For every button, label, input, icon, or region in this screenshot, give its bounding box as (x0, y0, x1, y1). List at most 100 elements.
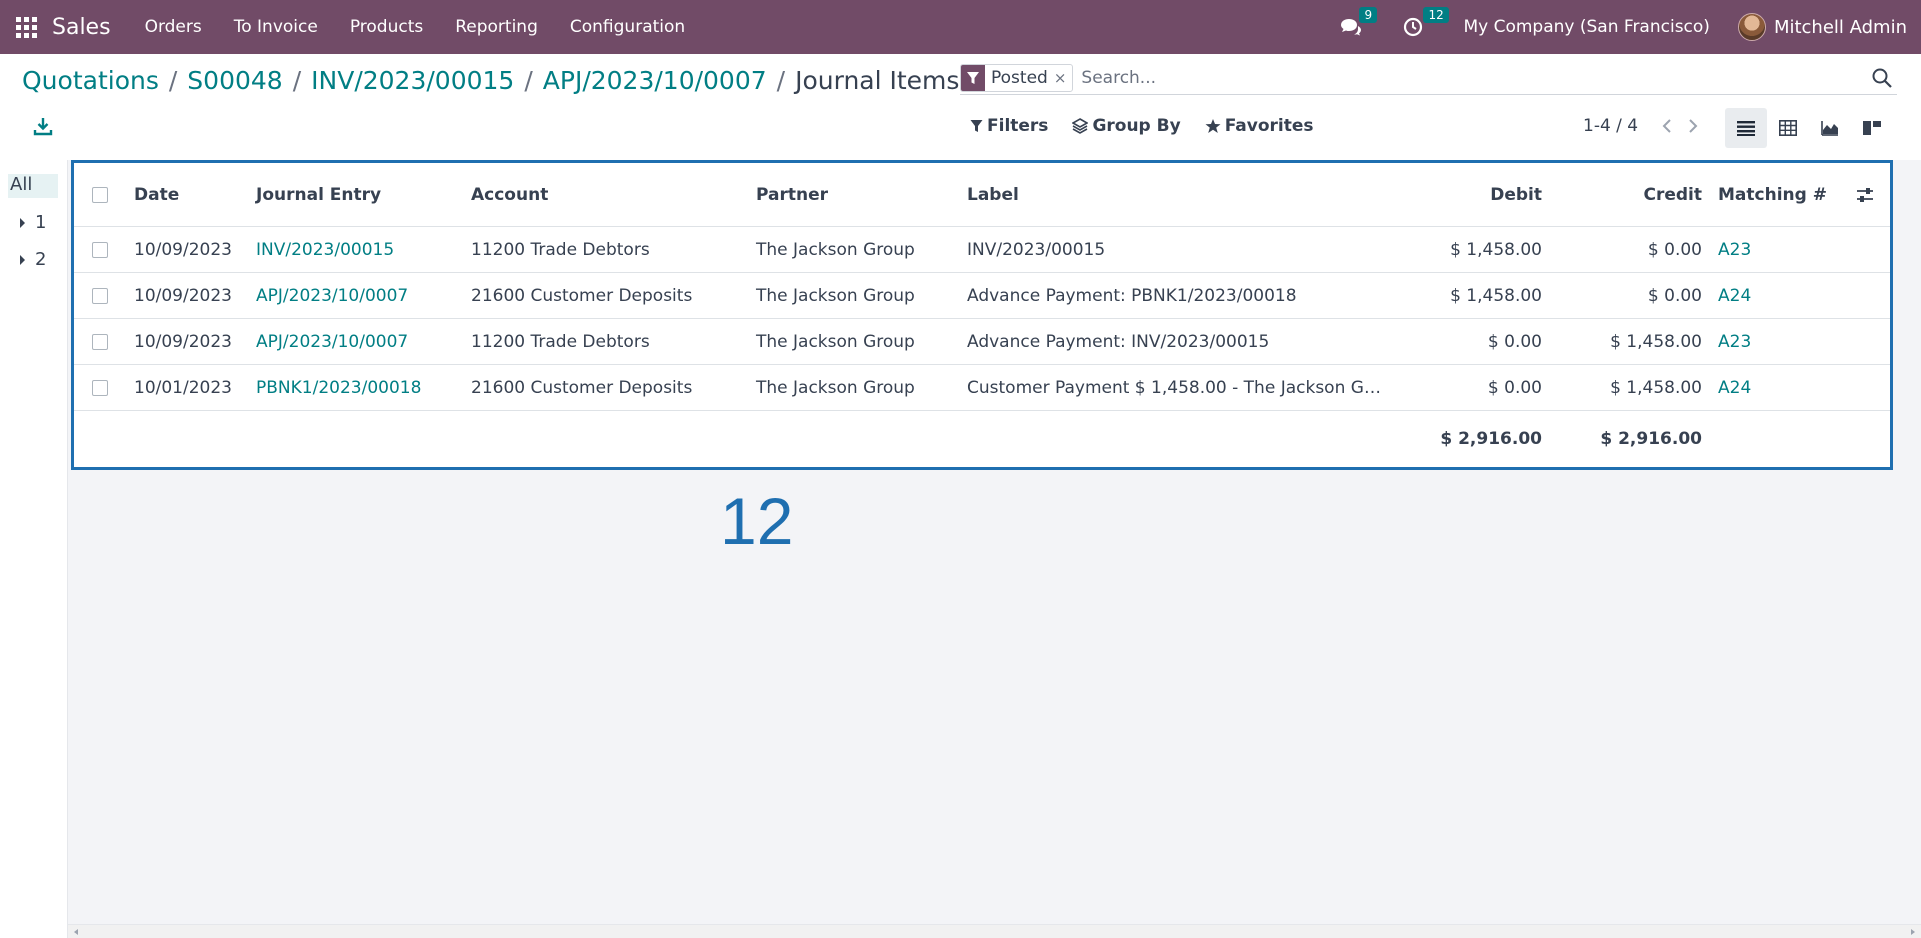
activities-count-badge: 12 (1423, 7, 1449, 23)
column-header-date[interactable]: Date (126, 185, 248, 205)
breadcrumb-separator: / (292, 66, 302, 95)
remove-facet-icon[interactable]: × (1054, 69, 1073, 87)
breadcrumb-separator: / (524, 66, 533, 95)
cell-matching-link[interactable]: A23 (1710, 240, 1840, 260)
pivot-view-button[interactable] (1767, 108, 1809, 148)
filter-icon (970, 120, 983, 132)
cell-account: 11200 Trade Debtors (471, 239, 650, 260)
breadcrumb-journal-entry[interactable]: APJ/2023/10/0007 (543, 66, 767, 95)
pager: 1-4 / 4 (1583, 116, 1706, 136)
row-select-cell (74, 379, 126, 396)
column-header-account[interactable]: Account (463, 185, 748, 205)
table-header: Date Journal Entry Account Partner Label… (74, 163, 1890, 227)
breadcrumb-invoice[interactable]: INV/2023/00015 (311, 66, 514, 95)
group-by-label: Group By (1092, 116, 1181, 136)
column-header-matching[interactable]: Matching # (1710, 185, 1840, 205)
breadcrumb-quotations[interactable]: Quotations (22, 66, 159, 95)
column-header-debit[interactable]: Debit (1390, 185, 1550, 205)
row-checkbox[interactable] (92, 241, 108, 258)
scroll-left-icon[interactable] (74, 929, 78, 935)
download-icon[interactable] (32, 116, 54, 138)
group-all[interactable]: All (8, 174, 58, 198)
graph-view-button[interactable] (1809, 108, 1851, 148)
total-debit: $ 2,916.00 (1440, 429, 1542, 449)
table-row[interactable]: 10/09/2023 APJ/2023/10/0007 11200 Trade … (74, 319, 1890, 365)
cell-debit: $ 1,458.00 (1450, 239, 1542, 260)
cell-journal-entry-link[interactable]: INV/2023/00015 (248, 240, 463, 260)
search-bar: Posted × (960, 61, 1897, 95)
row-checkbox[interactable] (92, 379, 108, 396)
horizontal-scrollbar[interactable] (68, 924, 1921, 938)
filters-label: Filters (987, 116, 1049, 136)
search-icon[interactable] (1871, 67, 1893, 89)
row-select-cell (74, 287, 126, 304)
column-header-credit[interactable]: Credit (1550, 185, 1710, 205)
filters-button[interactable]: Filters (970, 116, 1048, 136)
scroll-right-icon[interactable] (1911, 929, 1915, 935)
column-header-partner[interactable]: Partner (748, 185, 959, 205)
breadcrumb-sale-order[interactable]: S00048 (187, 66, 282, 95)
sliders-icon[interactable] (1856, 187, 1874, 203)
cell-label: Customer Payment $ 1,458.00 - The Jackso… (967, 377, 1390, 398)
app-name[interactable]: Sales (52, 15, 111, 40)
cell-journal-entry-link[interactable]: APJ/2023/10/0007 (248, 286, 463, 306)
menu-orders[interactable]: Orders (129, 17, 218, 37)
cell-matching-link[interactable]: A24 (1710, 378, 1840, 398)
caret-right-icon (20, 217, 25, 228)
cell-account: 11200 Trade Debtors (471, 331, 650, 352)
cell-partner: The Jackson Group (756, 285, 915, 306)
select-all-cell (74, 186, 126, 203)
company-switcher[interactable]: My Company (San Francisco) (1463, 17, 1709, 37)
activities-button[interactable]: 12 (1403, 7, 1449, 37)
search-facet-posted[interactable]: Posted × (960, 63, 1074, 92)
list-view-button[interactable] (1725, 108, 1767, 148)
select-all-checkbox[interactable] (92, 186, 108, 203)
menu-reporting[interactable]: Reporting (439, 17, 554, 37)
pager-value[interactable]: 1-4 / 4 (1583, 116, 1638, 136)
cell-journal-entry-link[interactable]: APJ/2023/10/0007 (248, 332, 463, 352)
table-row[interactable]: 10/09/2023 APJ/2023/10/0007 21600 Custom… (74, 273, 1890, 319)
filter-icon (961, 64, 985, 91)
cell-partner: The Jackson Group (756, 239, 915, 260)
search-input[interactable] (1081, 67, 1871, 88)
breadcrumb-separator: / (776, 66, 786, 95)
pager-next-button[interactable] (1686, 116, 1700, 136)
cell-date: 10/09/2023 (134, 331, 232, 352)
menu-products[interactable]: Products (334, 17, 439, 37)
cell-journal-entry-link[interactable]: PBNK1/2023/00018 (248, 378, 463, 398)
list-icon (1737, 121, 1755, 136)
cell-credit: $ 1,458.00 (1610, 377, 1702, 398)
cell-matching-link[interactable]: A23 (1710, 332, 1840, 352)
kanban-view-button[interactable] (1851, 108, 1893, 148)
group-item-2[interactable]: 2 (20, 249, 46, 270)
row-checkbox[interactable] (92, 287, 108, 304)
layers-icon (1072, 118, 1089, 134)
search-facet-label: Posted (991, 67, 1048, 88)
column-header-journal-entry[interactable]: Journal Entry (248, 185, 463, 205)
top-navbar: Sales Orders To Invoice Products Reporti… (0, 0, 1921, 54)
messages-button[interactable]: 9 (1339, 7, 1378, 37)
avatar[interactable] (1737, 13, 1766, 41)
content-area: Date Journal Entry Account Partner Label… (68, 160, 1921, 938)
user-menu[interactable]: Mitchell Admin (1774, 17, 1907, 38)
table-row[interactable]: 10/09/2023 INV/2023/00015 11200 Trade De… (74, 227, 1890, 273)
table-icon (1779, 120, 1797, 136)
breadcrumb: Quotations / S00048 / INV/2023/00015 / A… (22, 66, 959, 95)
row-select-cell (74, 241, 126, 258)
cell-account: 21600 Customer Deposits (471, 285, 693, 306)
group-by-button[interactable]: Group By (1072, 116, 1181, 136)
cell-matching-link[interactable]: A24 (1710, 286, 1840, 306)
favorites-button[interactable]: Favorites (1205, 116, 1314, 136)
group-panel: All 1 2 (0, 160, 68, 938)
row-checkbox[interactable] (92, 333, 108, 350)
pager-previous-button[interactable] (1660, 116, 1674, 136)
column-header-label[interactable]: Label (959, 185, 1390, 205)
cell-date: 10/01/2023 (134, 377, 232, 398)
total-credit: $ 2,916.00 (1600, 429, 1702, 449)
group-item-1[interactable]: 1 (20, 212, 46, 233)
menu-configuration[interactable]: Configuration (554, 17, 701, 37)
chevron-right-icon (1689, 119, 1698, 133)
apps-menu-icon[interactable] (14, 15, 38, 39)
menu-to-invoice[interactable]: To Invoice (218, 17, 334, 37)
table-row[interactable]: 10/01/2023 PBNK1/2023/00018 21600 Custom… (74, 365, 1890, 411)
